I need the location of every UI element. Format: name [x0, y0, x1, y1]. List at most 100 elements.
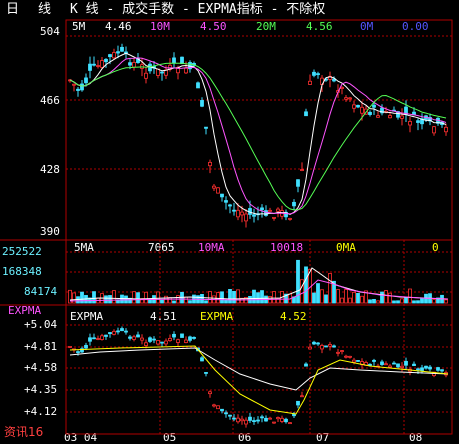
price-candle-body — [240, 211, 244, 216]
price-candle-body — [72, 83, 76, 86]
volume-bar — [316, 283, 320, 304]
price-candle-body — [368, 111, 372, 115]
volume-bar — [104, 295, 108, 304]
expma-candle-body — [200, 357, 204, 362]
expma-candle-body — [352, 359, 356, 363]
price-candle-body — [296, 179, 300, 187]
expma-candle-body — [304, 363, 308, 367]
volume-bar — [376, 300, 380, 304]
volume-bar — [432, 299, 436, 304]
volume-bar — [372, 298, 376, 304]
volume-bar — [148, 299, 152, 304]
expma-candle-body — [160, 341, 164, 344]
price-candle-body — [128, 62, 132, 66]
volume-bar — [404, 297, 408, 304]
price-candle-body — [200, 100, 204, 107]
price-candle-body — [388, 115, 392, 119]
expma-candle-body — [100, 335, 104, 340]
expma-candle-body — [144, 342, 148, 346]
price-candle-body — [268, 209, 272, 212]
volume-bar — [160, 299, 164, 304]
expma-candle-body — [204, 372, 208, 374]
price-candle-body — [96, 65, 100, 67]
volume-bar — [444, 299, 448, 304]
expma-candle-body — [248, 416, 252, 421]
volume-bar — [392, 300, 396, 304]
expma-candle-body — [172, 333, 176, 338]
expma-candle-body — [332, 345, 336, 348]
volume-bar — [300, 279, 304, 304]
volume-bar — [420, 297, 424, 304]
volume-bar — [252, 289, 256, 304]
price-candle-body — [120, 46, 124, 52]
expma-candle-body — [244, 419, 248, 425]
expma-candle-body — [220, 408, 224, 412]
expma-candle-body — [420, 367, 424, 371]
expma-candle-body — [148, 337, 152, 342]
price-candle-body — [144, 72, 148, 79]
expma-candle-body — [316, 342, 320, 345]
expma-candle-body — [224, 412, 228, 415]
price-candle-body — [228, 204, 232, 207]
volume-bar — [168, 297, 172, 304]
price-candle-body — [308, 80, 312, 85]
expma-candle-body — [268, 417, 272, 420]
expma-candle-body — [424, 365, 428, 369]
expma-candle-body — [400, 365, 404, 369]
price-candle-body — [160, 71, 164, 74]
expma-candle-body — [380, 361, 384, 365]
price-candle-body — [312, 71, 316, 76]
expma-candle-body — [120, 328, 124, 332]
price-candle-body — [272, 216, 276, 219]
volume-bar — [336, 289, 340, 304]
price-candle-body — [416, 120, 420, 123]
price-ma5-line — [69, 52, 447, 216]
expma-candle-body — [384, 363, 388, 366]
price-candle-body — [236, 209, 240, 218]
price-candle-body — [344, 97, 348, 100]
price-candle-body — [196, 82, 200, 89]
expma-candle-body — [84, 344, 88, 349]
volume-bar — [72, 292, 76, 304]
volume-bar — [328, 273, 332, 304]
volume-bar — [272, 291, 276, 304]
volume-bar — [132, 291, 136, 304]
stock-chart-canvas[interactable] — [0, 0, 459, 443]
volume-bar — [204, 300, 208, 304]
volume-bar — [296, 259, 300, 304]
volume-bar — [200, 294, 204, 304]
expma-candle-body — [256, 419, 260, 422]
volume-bar — [236, 289, 240, 304]
volume-bar — [412, 300, 416, 304]
expma-candle-body — [176, 339, 180, 343]
volume-bar — [388, 292, 392, 304]
volume-bar — [312, 292, 316, 304]
expma-candle-body — [240, 418, 244, 422]
price-candle-body — [244, 213, 248, 222]
price-candle-body — [204, 126, 208, 129]
volume-bar — [352, 291, 356, 304]
price-candle-body — [444, 126, 448, 133]
volume-bar — [260, 290, 264, 304]
expma-candle-body — [428, 366, 432, 370]
expma-candle-body — [164, 340, 168, 345]
price-candle-body — [180, 56, 184, 65]
price-candle-body — [356, 104, 360, 108]
expma-candle-body — [188, 336, 192, 341]
volume-bar — [156, 291, 160, 304]
price-candle-body — [132, 61, 136, 68]
volume-bar — [416, 300, 420, 304]
expma-candle-body — [288, 422, 292, 425]
price-candle-body — [80, 83, 84, 91]
expma-candle-body — [312, 341, 316, 345]
volume-bar — [368, 299, 372, 304]
expma-candle-body — [308, 346, 312, 350]
expma-candle-body — [236, 417, 240, 423]
volume-bar — [360, 295, 364, 304]
expma-candle-body — [208, 391, 212, 395]
expma-candle-body — [140, 337, 144, 341]
price-candle-body — [408, 121, 412, 126]
price-candle-body — [348, 97, 352, 100]
expma-candle-body — [128, 336, 132, 339]
expma-candle-body — [340, 350, 344, 352]
